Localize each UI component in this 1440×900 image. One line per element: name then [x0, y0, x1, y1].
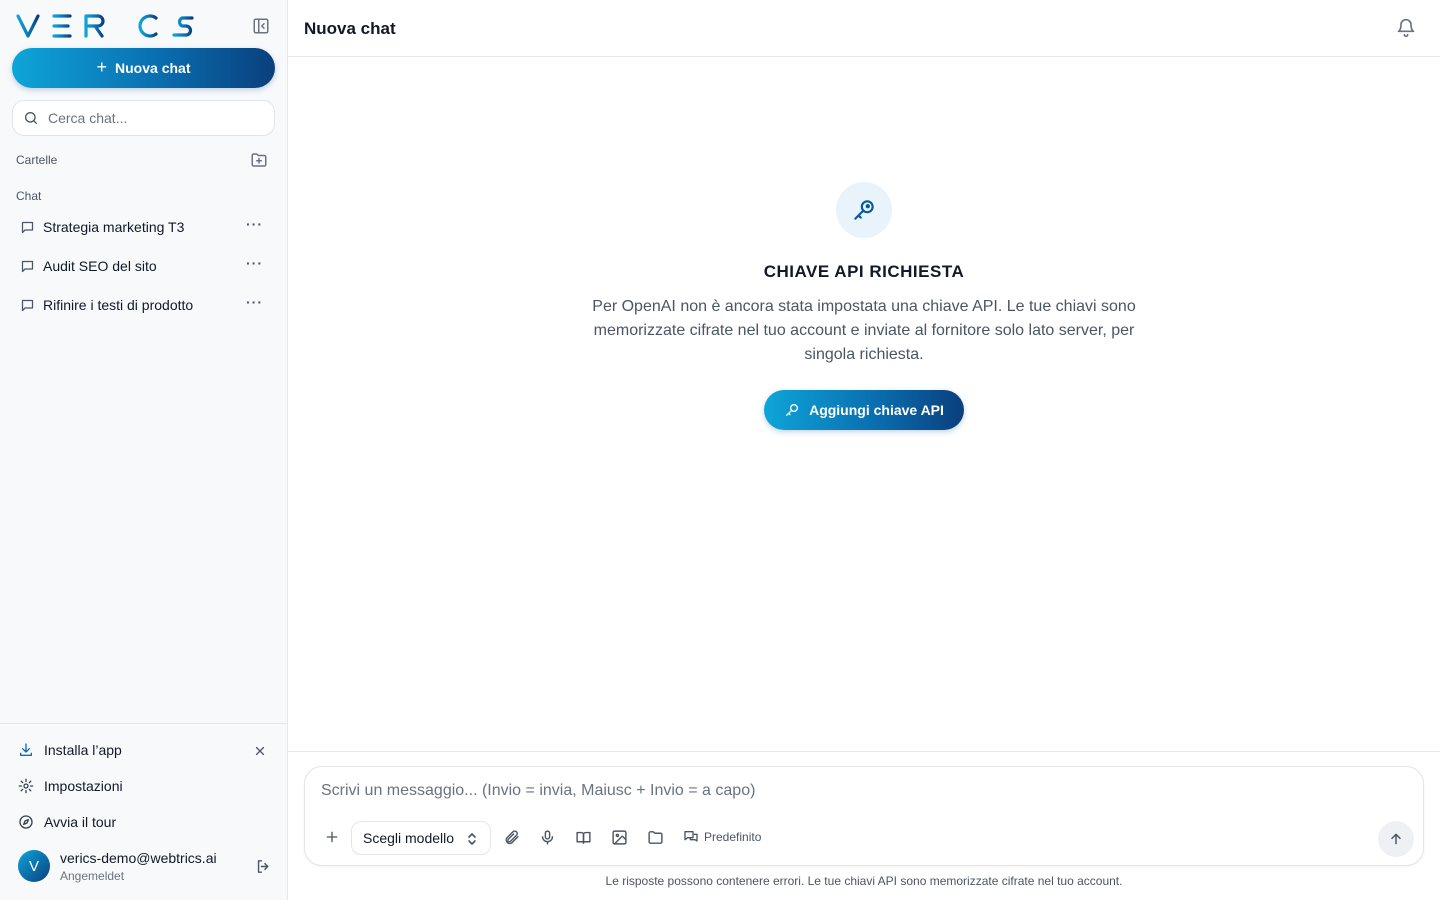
- avatar[interactable]: V: [18, 850, 50, 882]
- page-title: Nuova chat: [304, 19, 396, 38]
- chat-list-item[interactable]: Rifinire i testi di prodotto ···: [12, 288, 275, 322]
- send-button[interactable]: [1378, 821, 1414, 857]
- folders-heading: Cartelle: [16, 153, 58, 167]
- more-options-icon[interactable]: ···: [246, 256, 263, 270]
- more-options-icon[interactable]: ···: [246, 217, 263, 231]
- chat-list-item[interactable]: Audit SEO del sito ···: [12, 249, 275, 283]
- composer-area: Scegli modello Predefinito: [288, 751, 1440, 900]
- start-tour-label: Avvia il tour: [44, 814, 117, 830]
- preset-label: Predefinito: [704, 830, 762, 844]
- sidebar: + Nuova chat Cartelle Chat Strategia mar…: [0, 0, 288, 900]
- key-icon: [836, 182, 892, 238]
- chat-title: Strategia marketing T3: [43, 219, 185, 235]
- new-folder-icon[interactable]: [250, 151, 268, 169]
- search-input[interactable]: [48, 110, 258, 126]
- sidebar-footer: Installa l’app Impostazioni Avvia il tou…: [0, 723, 287, 900]
- brand-logo[interactable]: [16, 13, 196, 39]
- message-icon: [20, 220, 35, 235]
- close-icon[interactable]: [253, 744, 267, 758]
- gear-icon: [18, 778, 34, 794]
- add-api-key-label: Aggiungi chiave API: [809, 402, 944, 418]
- model-select-label: Scegli modello: [363, 830, 455, 846]
- settings-label: Impostazioni: [44, 778, 123, 794]
- chevron-up-down-icon: [466, 832, 478, 846]
- message-composer: Scegli modello Predefinito: [304, 766, 1424, 866]
- message-icon: [20, 259, 35, 274]
- image-icon[interactable]: [611, 829, 628, 846]
- notification-bell-icon[interactable]: [1396, 18, 1416, 38]
- install-app-button[interactable]: Installa l’app: [18, 742, 122, 758]
- microphone-icon[interactable]: [539, 829, 556, 846]
- folder-icon[interactable]: [647, 829, 664, 846]
- disclaimer-text: Le risposte possono contenere errori. Le…: [605, 874, 1123, 888]
- add-api-key-button[interactable]: Aggiungi chiave API: [764, 390, 964, 430]
- key-icon: [784, 402, 800, 418]
- user-status: Angemeldet: [60, 869, 125, 883]
- message-icon: [20, 298, 35, 313]
- chat-list-item[interactable]: Strategia marketing T3 ···: [12, 210, 275, 244]
- plus-icon: +: [96, 57, 108, 77]
- api-key-required-title: CHIAVE API RICHIESTA: [763, 262, 965, 281]
- preset-button[interactable]: Predefinito: [683, 829, 761, 845]
- new-chat-button[interactable]: + Nuova chat: [12, 48, 275, 88]
- logout-icon[interactable]: [255, 858, 272, 875]
- chat-bubbles-icon: [683, 829, 699, 845]
- chat-search[interactable]: [12, 100, 275, 136]
- paperclip-icon[interactable]: [503, 829, 520, 846]
- compass-icon: [18, 814, 34, 830]
- top-bar: Nuova chat: [288, 0, 1440, 57]
- chats-heading: Chat: [16, 189, 42, 203]
- search-icon: [23, 110, 39, 126]
- api-key-required-description: Per OpenAI non è ancora stata impostata …: [592, 298, 1136, 363]
- chat-title: Audit SEO del sito: [43, 258, 157, 274]
- settings-button[interactable]: Impostazioni: [18, 778, 123, 794]
- user-email: verics-demo@webtrics.ai: [60, 850, 217, 866]
- install-app-label: Installa l’app: [44, 742, 122, 758]
- more-options-icon[interactable]: ···: [246, 295, 263, 309]
- model-select[interactable]: Scegli modello: [351, 821, 491, 855]
- plus-icon[interactable]: [324, 829, 340, 845]
- chat-title: Rifinire i testi di prodotto: [43, 297, 194, 313]
- start-tour-button[interactable]: Avvia il tour: [18, 814, 116, 830]
- sidebar-collapse-icon[interactable]: [252, 17, 270, 35]
- download-icon: [18, 742, 34, 758]
- new-chat-label: Nuova chat: [115, 60, 191, 76]
- message-input[interactable]: [321, 782, 1321, 806]
- book-icon[interactable]: [575, 829, 592, 846]
- arrow-up-icon: [1388, 831, 1404, 847]
